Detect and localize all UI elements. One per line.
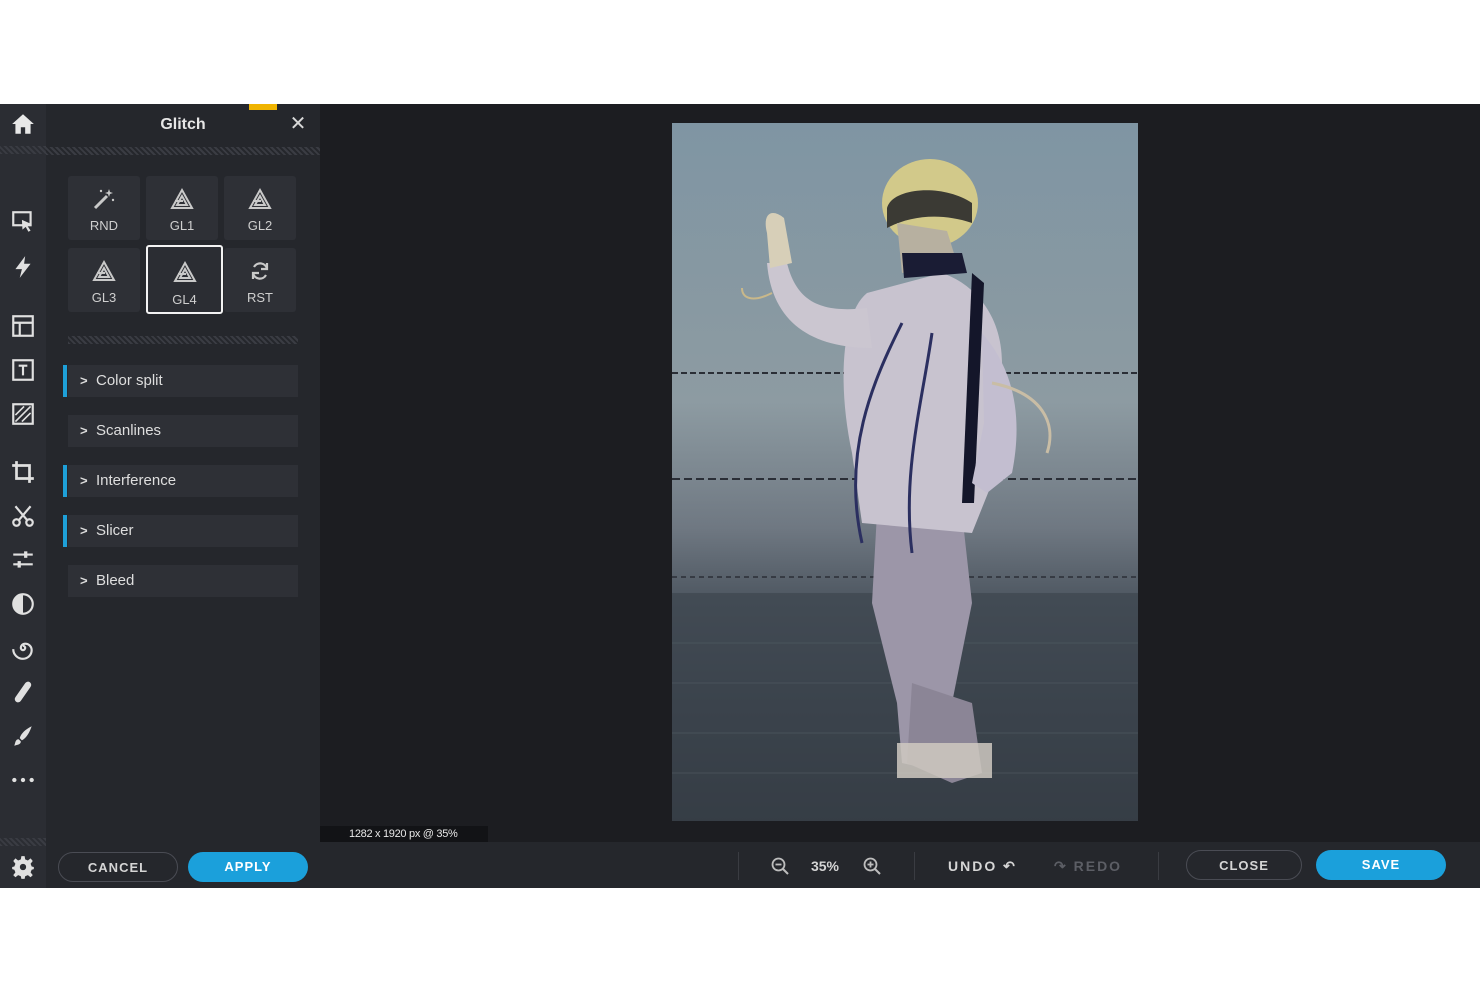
contrast-icon[interactable] bbox=[8, 589, 38, 619]
more-icon[interactable] bbox=[8, 765, 38, 795]
active-indicator bbox=[63, 515, 67, 547]
section-label: Interference bbox=[96, 472, 177, 489]
preset-label: GL2 bbox=[247, 218, 273, 233]
section-interference[interactable]: > Interference bbox=[63, 465, 298, 497]
chevron-right-icon: > bbox=[80, 523, 88, 538]
toolbar-divider bbox=[0, 146, 46, 154]
preset-label: GL3 bbox=[91, 290, 117, 305]
cut-icon[interactable] bbox=[8, 501, 38, 531]
spiral-icon[interactable] bbox=[8, 633, 38, 663]
crop-icon[interactable] bbox=[8, 457, 38, 487]
preset-gl1[interactable]: GL1 bbox=[146, 176, 218, 240]
section-bleed[interactable]: > Bleed bbox=[68, 565, 298, 597]
preset-label: RND bbox=[89, 218, 119, 233]
redo-label: REDO bbox=[1073, 858, 1123, 874]
chevron-right-icon: > bbox=[80, 573, 88, 588]
preset-gl4[interactable]: GL4 bbox=[146, 245, 223, 314]
home-icon[interactable] bbox=[8, 109, 38, 139]
texture-icon[interactable] bbox=[8, 399, 38, 429]
zoom-out-icon[interactable] bbox=[770, 856, 790, 876]
divider bbox=[738, 852, 739, 880]
divider bbox=[1158, 852, 1159, 880]
section-label: Slicer bbox=[96, 522, 134, 539]
preset-rst[interactable]: RST bbox=[224, 248, 296, 312]
section-label: Scanlines bbox=[96, 422, 162, 439]
redo-icon: ↷ bbox=[1054, 858, 1068, 874]
section-label: Color split bbox=[96, 372, 163, 389]
apply-button[interactable]: APPLY bbox=[188, 852, 308, 882]
select-icon[interactable] bbox=[8, 207, 38, 237]
preset-label: RST bbox=[247, 290, 273, 305]
panel-divider bbox=[46, 147, 320, 155]
glitch-triangle-icon bbox=[248, 187, 272, 209]
lightning-icon[interactable] bbox=[8, 252, 38, 282]
text-icon[interactable] bbox=[8, 355, 38, 385]
glitch-panel: Glitch ✕ RND GL1 GL2 GL3 GL4 RST > Color… bbox=[46, 104, 320, 888]
undo-button[interactable]: UNDO ↶ bbox=[948, 855, 1017, 877]
panel-divider bbox=[68, 336, 298, 344]
magic-wand-icon bbox=[93, 189, 115, 210]
panel-footer: CANCEL APPLY bbox=[46, 842, 320, 888]
preset-rnd[interactable]: RND bbox=[68, 176, 140, 240]
image-status: 1282 x 1920 px @ 35% bbox=[320, 826, 488, 842]
undo-icon: ↶ bbox=[1003, 858, 1017, 874]
active-indicator bbox=[63, 465, 67, 497]
panel-accent-tab bbox=[249, 104, 277, 110]
edited-photo[interactable] bbox=[672, 123, 1138, 821]
layers-icon[interactable] bbox=[8, 311, 38, 341]
section-slicer[interactable]: > Slicer bbox=[63, 515, 298, 547]
section-label: Bleed bbox=[96, 572, 135, 589]
bandage-icon[interactable] bbox=[8, 677, 38, 707]
adjust-icon[interactable] bbox=[8, 545, 38, 575]
cancel-button[interactable]: CANCEL bbox=[58, 852, 178, 882]
tool-strip bbox=[0, 104, 46, 888]
brush-icon[interactable] bbox=[8, 721, 38, 751]
section-scanlines[interactable]: > Scanlines bbox=[68, 415, 298, 447]
toolbar-divider bbox=[0, 838, 46, 846]
redo-button[interactable]: ↷ REDO bbox=[1054, 855, 1122, 877]
preset-label: GL4 bbox=[172, 292, 197, 307]
settings-icon[interactable] bbox=[8, 852, 38, 882]
save-button[interactable]: SAVE bbox=[1316, 850, 1446, 880]
bottom-bar: 35% UNDO ↶ ↷ REDO CLOSE SAVE bbox=[320, 842, 1480, 888]
close-icon[interactable]: ✕ bbox=[289, 114, 307, 134]
glitch-triangle-icon bbox=[173, 260, 197, 282]
glitch-triangle-icon bbox=[170, 187, 194, 209]
zoom-in-icon[interactable] bbox=[862, 856, 882, 876]
close-button[interactable]: CLOSE bbox=[1186, 850, 1302, 880]
editor-app: Glitch ✕ RND GL1 GL2 GL3 GL4 RST > Color… bbox=[0, 104, 1480, 888]
preset-gl3[interactable]: GL3 bbox=[68, 248, 140, 312]
chevron-right-icon: > bbox=[80, 423, 88, 438]
active-indicator bbox=[63, 365, 67, 397]
section-color-split[interactable]: > Color split bbox=[63, 365, 298, 397]
undo-label: UNDO bbox=[948, 858, 998, 874]
chevron-right-icon: > bbox=[80, 473, 88, 488]
divider bbox=[914, 852, 915, 880]
preset-gl2[interactable]: GL2 bbox=[224, 176, 296, 240]
preset-label: GL1 bbox=[169, 218, 195, 233]
reset-icon bbox=[251, 262, 269, 280]
glitch-triangle-icon bbox=[92, 259, 116, 281]
chevron-right-icon: > bbox=[80, 373, 88, 388]
canvas-area bbox=[320, 104, 1480, 842]
zoom-level: 35% bbox=[810, 858, 840, 874]
panel-title: Glitch bbox=[160, 116, 206, 133]
